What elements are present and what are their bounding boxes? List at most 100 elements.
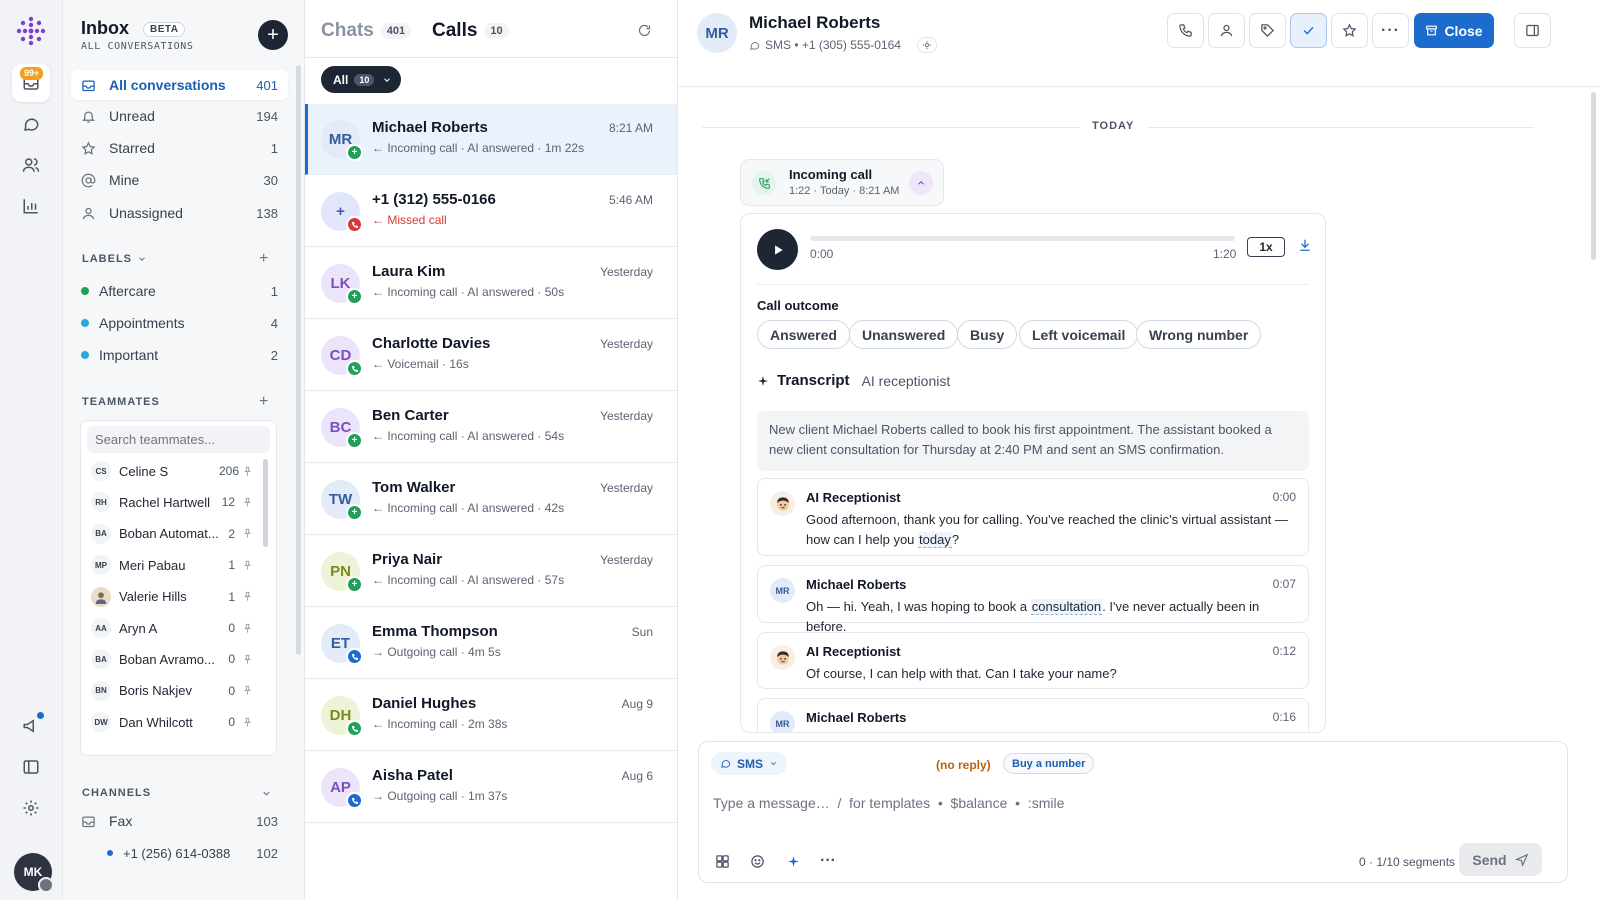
labels-heading[interactable]: LABELS [82, 253, 147, 265]
app-logo-icon[interactable] [12, 12, 50, 50]
channels-collapse-icon[interactable] [261, 788, 272, 799]
teammate-row[interactable]: BA Boban Avramo... 0 [91, 647, 253, 671]
audio-progress-track[interactable] [810, 236, 1235, 241]
buy-number-button[interactable]: Buy a number [1003, 753, 1095, 774]
call-list-item[interactable]: ET Emma Thompson → Outgoing call · 4m 5s Su… [305, 608, 677, 679]
call-list-item[interactable]: DH Daniel Hughes ← Incoming call · 2m 38s A… [305, 680, 677, 751]
ai-sparkle-icon[interactable] [782, 850, 804, 872]
outcome-option[interactable]: Left voicemail [1019, 320, 1139, 349]
user-avatar[interactable]: MK [14, 853, 54, 893]
outcome-option[interactable]: Answered [757, 320, 850, 349]
call-status-badge-icon: + [346, 144, 363, 161]
label-aftercare[interactable]: Aftercare 1 [71, 276, 288, 306]
conversation-scrollbar[interactable] [1591, 92, 1596, 260]
filter-dropdown[interactable]: All 10 [321, 66, 402, 93]
outcome-option[interactable]: Unanswered [849, 320, 959, 349]
emoji-icon[interactable] [746, 850, 768, 872]
sidebar-toggle-icon[interactable] [12, 748, 50, 786]
teammates-search-input[interactable] [87, 426, 270, 453]
call-list-item[interactable]: PN + Priya Nair ← Incoming call · AI answer… [305, 536, 677, 607]
pin-icon[interactable] [235, 560, 253, 571]
nav-mine[interactable]: Mine 30 [71, 165, 288, 195]
call-list-item[interactable]: + +1 (312) 555-0166 ← Missed call 5:46 AM [305, 176, 677, 247]
playback-speed-button[interactable]: 1x [1247, 237, 1285, 257]
call-list-item[interactable]: CD Charlotte Davies ← Voicemail · 16s Yeste… [305, 320, 677, 391]
label-appointments[interactable]: Appointments 4 [71, 308, 288, 338]
teammate-row[interactable]: DW Dan Whilcott 0 [91, 710, 253, 734]
compose-button[interactable]: + [258, 20, 288, 50]
channel-phone-number[interactable]: +1 (256) 614-0388 102 [71, 838, 288, 868]
tab-chats[interactable]: Chats 401 [321, 20, 412, 42]
settings-gear-icon[interactable] [12, 789, 50, 827]
templates-grid-icon[interactable] [711, 850, 733, 872]
channel-fax[interactable]: Fax 103 [71, 806, 288, 836]
highlighted-keyword[interactable]: today [918, 532, 952, 548]
teammate-row[interactable]: BA Boban Automat... 2 [91, 522, 253, 546]
teammate-row[interactable]: BN Boris Nakjev 0 [91, 679, 253, 703]
nav-unassigned[interactable]: Unassigned 138 [71, 198, 288, 228]
chat-icon[interactable] [12, 105, 50, 143]
chevron-up-icon[interactable] [909, 171, 933, 195]
sms-icon [749, 40, 760, 51]
pin-icon[interactable] [235, 685, 253, 696]
pin-icon[interactable] [235, 528, 253, 539]
channel-selector[interactable]: SMS [711, 752, 788, 775]
label-button[interactable] [1249, 13, 1286, 48]
call-list-item[interactable]: LK + Laura Kim ← Incoming call · AI answere… [305, 248, 677, 319]
star-button[interactable] [1331, 13, 1368, 48]
more-options-button[interactable]: ··· [1372, 13, 1409, 48]
pin-icon[interactable] [235, 717, 253, 728]
contact-avatar[interactable]: MR [697, 13, 737, 53]
audio-elapsed: 0:00 [810, 247, 834, 261]
download-icon[interactable] [1298, 238, 1312, 252]
teammate-row[interactable]: MP Meri Pabau 1 [91, 553, 253, 577]
send-button[interactable]: Send [1459, 843, 1542, 876]
teammate-row[interactable]: AA Aryn A 0 [91, 616, 253, 640]
message-input[interactable] [713, 792, 1313, 814]
call-list-item[interactable]: BC + Ben Carter ← Incoming call · AI answer… [305, 392, 677, 463]
pin-icon[interactable] [235, 623, 253, 634]
contact-avatar: MR [770, 711, 795, 732]
tab-calls[interactable]: Calls 10 [432, 20, 509, 42]
teammate-row[interactable]: RH Rachel Hartwell 12 [91, 490, 253, 514]
refresh-icon[interactable] [637, 23, 652, 38]
assign-button[interactable] [1208, 13, 1245, 48]
outcome-option[interactable]: Busy [957, 320, 1018, 349]
teammates-scrollbar[interactable] [263, 459, 268, 547]
label-count: 4 [270, 315, 278, 331]
nav-unread[interactable]: Unread 194 [71, 101, 288, 131]
pin-icon[interactable] [235, 591, 253, 602]
tab-label: Chats [321, 20, 374, 41]
close-conversation-button[interactable]: Close [1414, 13, 1494, 48]
contact-name[interactable]: Michael Roberts [749, 13, 880, 33]
nav-all-conversations[interactable]: All conversations 401 [71, 70, 288, 100]
teammate-row[interactable]: CS Celine S 206 [91, 459, 253, 483]
mark-done-button[interactable] [1290, 13, 1327, 48]
call-outcome-heading: Call outcome [757, 298, 839, 313]
call-list-item[interactable]: TW + Tom Walker ← Incoming call · AI answer… [305, 464, 677, 535]
reports-icon[interactable] [12, 187, 50, 225]
outcome-option[interactable]: Wrong number [1136, 320, 1262, 349]
announcements-icon[interactable] [12, 707, 50, 745]
pin-icon[interactable] [235, 466, 253, 477]
highlighted-keyword[interactable]: consultation [1030, 599, 1103, 615]
call-button[interactable] [1167, 13, 1204, 48]
call-list-item[interactable]: MR + Michael Roberts ← Incoming call · AI a… [305, 104, 677, 175]
pin-icon[interactable] [235, 654, 253, 665]
more-options-icon[interactable]: ··· [817, 850, 839, 872]
add-teammate-button[interactable]: + [259, 393, 268, 411]
call-list-item[interactable]: AP Aisha Patel → Outgoing call · 1m 37s Aug… [305, 752, 677, 823]
call-event-header[interactable]: Incoming call 1:22 · Today · 8:21 AM [740, 159, 944, 206]
toggle-details-panel-button[interactable] [1514, 13, 1551, 48]
send-label: Send [1472, 851, 1507, 868]
sidebar-scrollbar[interactable] [296, 65, 301, 655]
contacts-icon[interactable] [12, 146, 50, 184]
location-icon[interactable] [916, 37, 937, 53]
nav-starred[interactable]: Starred 1 [71, 133, 288, 163]
label-important[interactable]: Important 2 [71, 340, 288, 370]
play-button[interactable] [757, 229, 798, 270]
teammate-row[interactable]: Valerie Hills 1 [91, 585, 253, 609]
pin-icon[interactable] [235, 497, 253, 508]
call-summary-line: ← Missed call [372, 213, 447, 227]
add-label-button[interactable]: + [259, 250, 268, 268]
